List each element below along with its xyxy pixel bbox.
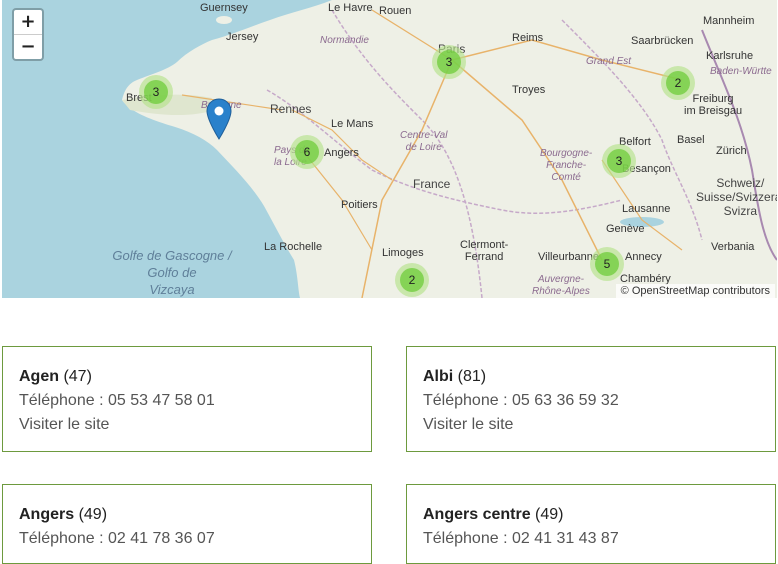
place-label: Freiburg im Breisgau [684,93,743,117]
sea-label: Golfe de Gascogne / Golfo de Vizcaya [112,248,232,297]
place-label: Troyes [512,84,546,96]
place-label: Guernsey [200,2,248,14]
cluster-count: 6 [295,140,319,164]
marker-cluster[interactable]: 2 [395,263,429,297]
store-department: (81) [457,368,487,385]
store-name: Agen [19,368,59,385]
region-label: Normandie [320,35,369,46]
store-title: Agen (47) [19,365,355,389]
place-label: Zürich [716,145,747,157]
place-label: Le Havre [328,2,373,14]
place-label: Rouen [379,5,412,17]
place-label: Limoges [382,247,424,259]
store-department: (49) [78,506,108,523]
store-name: Angers [19,506,75,523]
place-label: Karlsruhe [706,50,754,62]
map-pin-icon[interactable] [206,98,232,140]
place-label: Jersey [226,31,259,43]
place-label: Clermont- Ferrand [460,239,509,263]
store-title: Angers (49) [19,503,355,527]
place-label: Mannheim [703,15,755,27]
place-label: Lausanne [622,203,671,215]
place-label: Saarbrücken [631,35,694,47]
store-card: Angers centre (49) Téléphone : 02 41 31 … [406,484,776,564]
cluster-count: 3 [437,50,461,74]
cluster-count: 3 [144,80,168,104]
store-department: (47) [63,368,92,385]
place-label: Le Mans [331,118,374,130]
place-label: Basel [677,134,705,146]
store-department: (49) [535,506,564,523]
place-label: Annecy [625,251,662,263]
store-title: Angers centre (49) [423,503,759,527]
cluster-count: 3 [607,149,631,173]
cluster-count: 2 [666,71,690,95]
place-label: Angers [324,147,359,159]
store-card: Angers (49) Téléphone : 02 41 78 36 07 [2,484,372,564]
zoom-control: + − [12,8,44,61]
zoom-in-button[interactable]: + [14,10,42,34]
place-label: France [413,177,451,191]
visit-site-link[interactable]: Visiter le site [423,413,759,437]
region-label: Auvergne- Rhône-Alpes [532,274,590,297]
store-locator-map[interactable]: + − Guernsey Jersey Le Havre Rouen Norma… [2,0,777,298]
marker-cluster[interactable]: 5 [590,247,624,281]
store-card: Agen (47) Téléphone : 05 53 47 58 01 Vis… [2,346,372,452]
region-label: Baden-Württe [710,66,772,77]
map-attribution: © OpenStreetMap contributors [615,284,775,298]
region-label: Grand Est [586,56,632,67]
cluster-count: 5 [595,252,619,276]
region-label: Centre-Val de Loire [400,130,448,153]
store-phone: Téléphone : 05 63 36 59 32 [423,392,619,409]
store-card: Albi (81) Téléphone : 05 63 36 59 32 Vis… [406,346,776,452]
zoom-out-button[interactable]: − [14,34,42,59]
place-label: Schweiz/ Suisse/Svizzera/ Svizra [696,176,777,218]
store-phone: Téléphone : 02 41 78 36 07 [19,530,215,547]
marker-cluster[interactable]: 3 [139,75,173,109]
store-name: Angers centre [423,506,531,523]
marker-cluster[interactable]: 2 [661,66,695,100]
place-label: Poitiers [341,199,378,211]
marker-cluster[interactable]: 3 [602,144,636,178]
store-name: Albi [423,368,454,385]
place-label: Genève [606,223,645,235]
store-phone: Téléphone : 05 53 47 58 01 [19,392,215,409]
marker-cluster[interactable]: 6 [290,135,324,169]
place-label: La Rochelle [264,241,323,253]
region-label: Bourgogne- Franche- Comté [540,148,593,183]
place-label: Verbania [711,241,755,253]
store-title: Albi (81) [423,365,759,389]
visit-site-link[interactable]: Visiter le site [19,413,355,437]
place-label: Rennes [270,102,312,116]
marker-cluster[interactable]: 3 [432,45,466,79]
store-phone: Téléphone : 02 41 31 43 87 [423,530,619,547]
cluster-count: 2 [400,268,424,292]
place-label: Reims [512,32,544,44]
